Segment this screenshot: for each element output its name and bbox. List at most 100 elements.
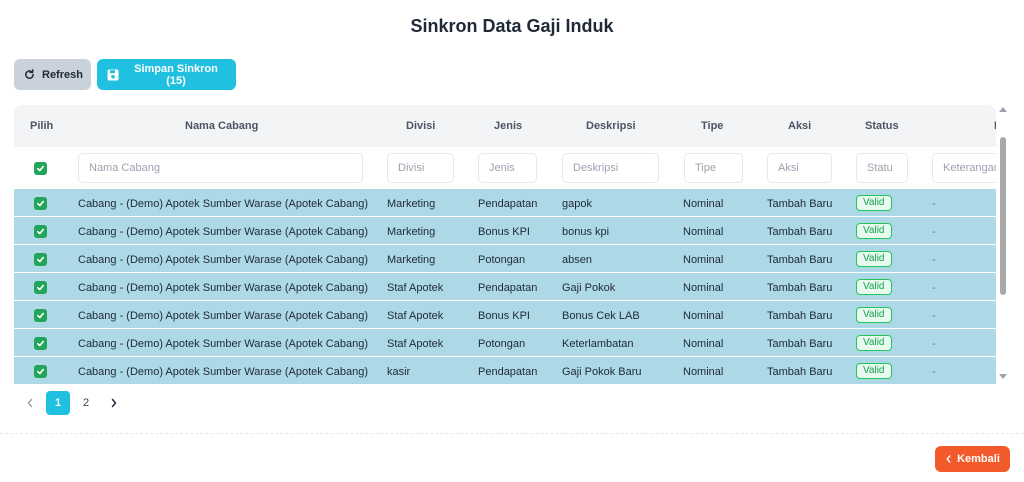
check-icon (36, 340, 45, 347)
header-tipe: Tipe (701, 120, 724, 132)
cell-aksi: Tambah Baru (767, 226, 833, 238)
status-badge: Valid (856, 251, 892, 267)
cell-deskripsi: Gaji Pokok (562, 282, 616, 294)
header-pilih: Pilih (30, 120, 54, 132)
cell-keterangan: - (932, 310, 936, 322)
header-deskripsi: Deskripsi (586, 120, 636, 132)
cell-nama-cabang: Cabang - (Demo) Apotek Sumber Warase (Ap… (78, 198, 369, 210)
check-icon (36, 165, 45, 172)
table-scrollbar[interactable] (996, 105, 1010, 385)
cell-deskripsi: Keterlambatan (562, 338, 634, 350)
check-icon (36, 200, 45, 207)
save-sync-label: Simpan Sinkron (15) (134, 62, 218, 87)
back-button[interactable]: Kembali (935, 446, 1010, 472)
cell-deskripsi: gapok (562, 198, 592, 210)
filter-aksi-input[interactable] (767, 153, 832, 183)
table-row[interactable]: Cabang - (Demo) Apotek Sumber Warase (Ap… (14, 273, 996, 301)
cell-deskripsi: absen (562, 254, 592, 266)
row-checkbox[interactable] (34, 197, 47, 210)
status-badge: Valid (856, 335, 892, 351)
header-status: Status (865, 120, 899, 132)
filter-deskripsi-input[interactable] (562, 153, 659, 183)
chevron-left-icon (946, 455, 951, 463)
filter-tipe-input[interactable] (684, 153, 743, 183)
cell-aksi: Tambah Baru (767, 254, 833, 266)
refresh-button[interactable]: Refresh (14, 59, 91, 90)
cell-aksi: Tambah Baru (767, 198, 833, 210)
check-icon (36, 284, 45, 291)
cell-divisi: Staf Apotek (387, 282, 444, 294)
table-row[interactable]: Cabang - (Demo) Apotek Sumber Warase (Ap… (14, 217, 996, 245)
prev-page-button[interactable] (18, 391, 42, 415)
page-1-button[interactable]: 1 (46, 391, 70, 415)
row-checkbox[interactable] (34, 281, 47, 294)
cell-keterangan: - (932, 198, 936, 210)
table-body: Cabang - (Demo) Apotek Sumber Warase (Ap… (14, 189, 996, 385)
cell-deskripsi: Bonus Cek LAB (562, 310, 640, 322)
check-icon (36, 312, 45, 319)
page-2-button[interactable]: 2 (74, 391, 98, 415)
row-checkbox[interactable] (34, 365, 47, 378)
filter-status-input[interactable] (856, 153, 908, 183)
cell-jenis: Potongan (478, 254, 526, 266)
cell-divisi: kasir (387, 366, 411, 378)
cell-aksi: Tambah Baru (767, 282, 833, 294)
row-checkbox[interactable] (34, 309, 47, 322)
status-badge: Valid (856, 307, 892, 323)
select-all-checkbox[interactable] (34, 162, 47, 175)
row-checkbox[interactable] (34, 225, 47, 238)
next-page-button[interactable] (102, 391, 126, 415)
filter-divisi-input[interactable] (387, 153, 454, 183)
back-label: Kembali (957, 453, 1000, 465)
save-icon (107, 69, 119, 81)
refresh-icon (24, 69, 35, 80)
check-icon (36, 256, 45, 263)
filter-nama-cabang-input[interactable] (78, 153, 363, 183)
cell-keterangan: - (932, 282, 936, 294)
cell-nama-cabang: Cabang - (Demo) Apotek Sumber Warase (Ap… (78, 310, 369, 322)
toolbar: Refresh Simpan Sinkron (15) (14, 59, 236, 90)
cell-nama-cabang: Cabang - (Demo) Apotek Sumber Warase (Ap… (78, 254, 369, 266)
table-row[interactable]: Cabang - (Demo) Apotek Sumber Warase (Ap… (14, 301, 996, 329)
cell-nama-cabang: Cabang - (Demo) Apotek Sumber Warase (Ap… (78, 226, 369, 238)
table-row[interactable]: Cabang - (Demo) Apotek Sumber Warase (Ap… (14, 357, 996, 385)
status-badge: Valid (856, 279, 892, 295)
header-aksi: Aksi (788, 120, 812, 132)
cell-aksi: Tambah Baru (767, 338, 833, 350)
cell-jenis: Pendapatan (478, 366, 538, 378)
table-row[interactable]: Cabang - (Demo) Apotek Sumber Warase (Ap… (14, 189, 996, 217)
cell-jenis: Pendapatan (478, 198, 538, 210)
chevron-left-icon (27, 398, 33, 408)
chevron-right-icon (111, 398, 117, 408)
cell-divisi: Staf Apotek (387, 310, 444, 322)
cell-jenis: Bonus KPI (478, 310, 530, 322)
cell-keterangan: - (932, 366, 936, 378)
page-title: Sinkron Data Gaji Induk (410, 16, 614, 36)
cell-tipe: Nominal (683, 310, 724, 322)
scrollbar-thumb[interactable] (1000, 137, 1006, 295)
cell-divisi: Marketing (387, 198, 436, 210)
table-row[interactable]: Cabang - (Demo) Apotek Sumber Warase (Ap… (14, 329, 996, 357)
scroll-up-icon[interactable] (999, 107, 1007, 112)
filter-row (14, 147, 1010, 189)
pagination: 1 2 (18, 391, 126, 415)
cell-divisi: Marketing (387, 226, 436, 238)
cell-jenis: Pendapatan (478, 282, 538, 294)
row-checkbox[interactable] (34, 253, 47, 266)
cell-aksi: Tambah Baru (767, 310, 833, 322)
header-nama-cabang: Nama Cabang (185, 120, 259, 132)
table-row[interactable]: Cabang - (Demo) Apotek Sumber Warase (Ap… (14, 245, 996, 273)
save-sync-button[interactable]: Simpan Sinkron (15) (97, 59, 236, 90)
cell-deskripsi: bonus kpi (562, 226, 610, 238)
table-header: Pilih Nama Cabang Divisi Jenis Deskripsi… (14, 105, 1002, 147)
footer-divider (0, 433, 1024, 434)
cell-keterangan: - (932, 226, 936, 238)
refresh-label: Refresh (42, 68, 83, 81)
row-checkbox[interactable] (34, 337, 47, 350)
cell-nama-cabang: Cabang - (Demo) Apotek Sumber Warase (Ap… (78, 338, 369, 350)
scroll-down-icon[interactable] (999, 374, 1007, 379)
cell-tipe: Nominal (683, 226, 724, 238)
filter-jenis-input[interactable] (478, 153, 537, 183)
cell-deskripsi: Gaji Pokok Baru (562, 366, 642, 378)
status-badge: Valid (856, 223, 892, 239)
